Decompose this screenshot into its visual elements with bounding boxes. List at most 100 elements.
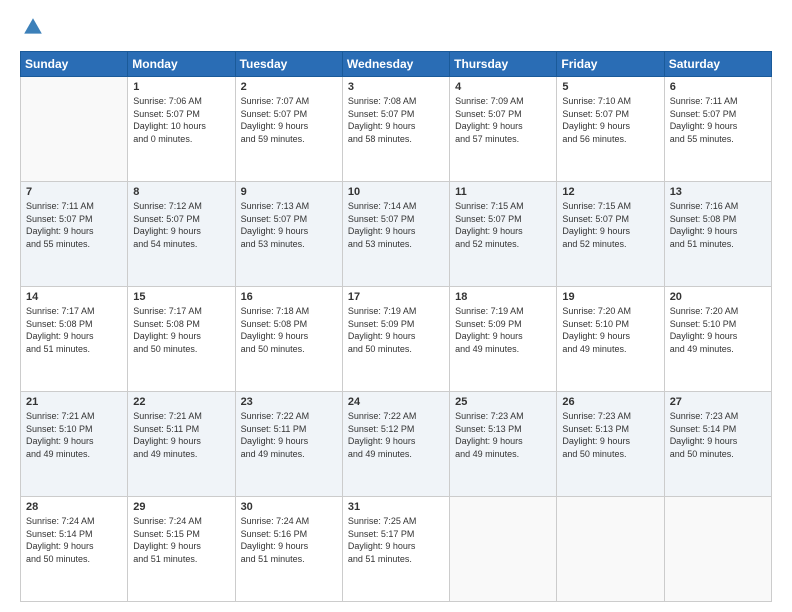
day-info: Sunrise: 7:18 AMSunset: 5:08 PMDaylight:…: [241, 305, 337, 355]
day-info: Sunrise: 7:23 AMSunset: 5:13 PMDaylight:…: [455, 410, 551, 460]
weekday-header-sunday: Sunday: [21, 52, 128, 77]
day-info: Sunrise: 7:19 AMSunset: 5:09 PMDaylight:…: [348, 305, 444, 355]
day-number: 1: [133, 81, 229, 93]
logo-icon: [22, 16, 44, 38]
day-info: Sunrise: 7:13 AMSunset: 5:07 PMDaylight:…: [241, 200, 337, 250]
calendar-day-cell: 16 Sunrise: 7:18 AMSunset: 5:08 PMDayligh…: [235, 287, 342, 392]
day-info: Sunrise: 7:24 AMSunset: 5:15 PMDaylight:…: [133, 515, 229, 565]
day-info: Sunrise: 7:17 AMSunset: 5:08 PMDaylight:…: [133, 305, 229, 355]
weekday-header-thursday: Thursday: [450, 52, 557, 77]
header: [20, 16, 772, 43]
calendar-day-cell: 1 Sunrise: 7:06 AMSunset: 5:07 PMDaylight…: [128, 77, 235, 182]
day-info: Sunrise: 7:22 AMSunset: 5:11 PMDaylight:…: [241, 410, 337, 460]
calendar-day-cell: 9 Sunrise: 7:13 AMSunset: 5:07 PMDaylight…: [235, 182, 342, 287]
day-number: 27: [670, 396, 766, 408]
day-number: 31: [348, 501, 444, 513]
day-number: 30: [241, 501, 337, 513]
day-number: 3: [348, 81, 444, 93]
calendar-day-cell: 8 Sunrise: 7:12 AMSunset: 5:07 PMDaylight…: [128, 182, 235, 287]
calendar-day-cell: 22Sunrise: 7:21 AMSunset: 5:11 PMDayligh…: [128, 392, 235, 497]
day-number: 21: [26, 396, 122, 408]
day-info: Sunrise: 7:22 AMSunset: 5:12 PMDaylight:…: [348, 410, 444, 460]
day-number: 10: [348, 186, 444, 198]
day-number: 24: [348, 396, 444, 408]
day-number: 14: [26, 291, 122, 303]
day-number: 18: [455, 291, 551, 303]
page: SundayMondayTuesdayWednesdayThursdayFrid…: [0, 0, 792, 612]
calendar-day-cell: 12 Sunrise: 7:15 AMSunset: 5:07 PMDayligh…: [557, 182, 664, 287]
day-number: 19: [562, 291, 658, 303]
calendar-table: SundayMondayTuesdayWednesdayThursdayFrid…: [20, 51, 772, 602]
calendar-day-cell: 19 Sunrise: 7:20 AMSunset: 5:10 PMDayligh…: [557, 287, 664, 392]
calendar-body: 1 Sunrise: 7:06 AMSunset: 5:07 PMDaylight…: [21, 77, 772, 602]
day-info: Sunrise: 7:25 AMSunset: 5:17 PMDaylight:…: [348, 515, 444, 565]
day-info: Sunrise: 7:06 AMSunset: 5:07 PMDaylight:…: [133, 95, 229, 145]
day-number: 25: [455, 396, 551, 408]
calendar-day-cell: 31 Sunrise: 7:25 AMSunset: 5:17 PMDayligh…: [342, 497, 449, 602]
calendar-day-cell: 13Sunrise: 7:16 AMSunset: 5:08 PMDayligh…: [664, 182, 771, 287]
calendar-day-cell: 18 Sunrise: 7:19 AMSunset: 5:09 PMDayligh…: [450, 287, 557, 392]
logo: [20, 16, 44, 43]
calendar-day-cell: 7 Sunrise: 7:11 AMSunset: 5:07 PMDaylight…: [21, 182, 128, 287]
calendar-day-cell: 24 Sunrise: 7:22 AMSunset: 5:12 PMDayligh…: [342, 392, 449, 497]
day-number: 29: [133, 501, 229, 513]
calendar-day-cell: 28 Sunrise: 7:24 AMSunset: 5:14 PMDayligh…: [21, 497, 128, 602]
calendar-day-cell: 17 Sunrise: 7:19 AMSunset: 5:09 PMDayligh…: [342, 287, 449, 392]
calendar-day-cell: 23 Sunrise: 7:22 AMSunset: 5:11 PMDayligh…: [235, 392, 342, 497]
day-info: Sunrise: 7:23 AMSunset: 5:14 PMDaylight:…: [670, 410, 766, 460]
day-number: 23: [241, 396, 337, 408]
day-info: Sunrise: 7:12 AMSunset: 5:07 PMDaylight:…: [133, 200, 229, 250]
day-number: 16: [241, 291, 337, 303]
calendar-day-cell: 15Sunrise: 7:17 AMSunset: 5:08 PMDayligh…: [128, 287, 235, 392]
day-info: Sunrise: 7:21 AMSunset: 5:11 PMDaylight:…: [133, 410, 229, 460]
calendar-day-cell: 20 Sunrise: 7:20 AMSunset: 5:10 PMDayligh…: [664, 287, 771, 392]
weekday-header-row: SundayMondayTuesdayWednesdayThursdayFrid…: [21, 52, 772, 77]
day-info: Sunrise: 7:07 AMSunset: 5:07 PMDaylight:…: [241, 95, 337, 145]
calendar-day-cell: 5 Sunrise: 7:10 AMSunset: 5:07 PMDaylight…: [557, 77, 664, 182]
day-info: Sunrise: 7:21 AMSunset: 5:10 PMDaylight:…: [26, 410, 122, 460]
day-number: 13: [670, 186, 766, 198]
day-number: 6: [670, 81, 766, 93]
day-number: 4: [455, 81, 551, 93]
day-number: 9: [241, 186, 337, 198]
day-info: Sunrise: 7:23 AMSunset: 5:13 PMDaylight:…: [562, 410, 658, 460]
day-info: Sunrise: 7:20 AMSunset: 5:10 PMDaylight:…: [562, 305, 658, 355]
calendar-week-row: 28 Sunrise: 7:24 AMSunset: 5:14 PMDayligh…: [21, 497, 772, 602]
day-number: 5: [562, 81, 658, 93]
day-number: 8: [133, 186, 229, 198]
day-number: 7: [26, 186, 122, 198]
calendar-week-row: 7 Sunrise: 7:11 AMSunset: 5:07 PMDaylight…: [21, 182, 772, 287]
calendar-day-cell: 29 Sunrise: 7:24 AMSunset: 5:15 PMDayligh…: [128, 497, 235, 602]
day-info: Sunrise: 7:15 AMSunset: 5:07 PMDaylight:…: [562, 200, 658, 250]
day-info: Sunrise: 7:20 AMSunset: 5:10 PMDaylight:…: [670, 305, 766, 355]
day-info: Sunrise: 7:11 AMSunset: 5:07 PMDaylight:…: [26, 200, 122, 250]
day-number: 28: [26, 501, 122, 513]
day-number: 17: [348, 291, 444, 303]
calendar-day-cell: 21 Sunrise: 7:21 AMSunset: 5:10 PMDayligh…: [21, 392, 128, 497]
calendar-day-cell: 4Sunrise: 7:09 AMSunset: 5:07 PMDaylight…: [450, 77, 557, 182]
calendar-header: SundayMondayTuesdayWednesdayThursdayFrid…: [21, 52, 772, 77]
day-info: Sunrise: 7:15 AMSunset: 5:07 PMDaylight:…: [455, 200, 551, 250]
day-info: Sunrise: 7:24 AMSunset: 5:16 PMDaylight:…: [241, 515, 337, 565]
day-info: Sunrise: 7:19 AMSunset: 5:09 PMDaylight:…: [455, 305, 551, 355]
calendar-day-cell: 14Sunrise: 7:17 AMSunset: 5:08 PMDayligh…: [21, 287, 128, 392]
calendar-week-row: 21 Sunrise: 7:21 AMSunset: 5:10 PMDayligh…: [21, 392, 772, 497]
calendar-day-cell: 2 Sunrise: 7:07 AMSunset: 5:07 PMDaylight…: [235, 77, 342, 182]
calendar-day-cell: 25 Sunrise: 7:23 AMSunset: 5:13 PMDayligh…: [450, 392, 557, 497]
calendar-day-cell: [664, 497, 771, 602]
day-info: Sunrise: 7:08 AMSunset: 5:07 PMDaylight:…: [348, 95, 444, 145]
calendar-day-cell: [21, 77, 128, 182]
weekday-header-wednesday: Wednesday: [342, 52, 449, 77]
day-number: 12: [562, 186, 658, 198]
day-number: 20: [670, 291, 766, 303]
weekday-header-tuesday: Tuesday: [235, 52, 342, 77]
calendar-day-cell: 27 Sunrise: 7:23 AMSunset: 5:14 PMDayligh…: [664, 392, 771, 497]
calendar-week-row: 14 Sunrise: 7:17 AMSunset: 5:08 PMDayligh…: [21, 287, 772, 392]
day-number: 2: [241, 81, 337, 93]
day-info: Sunrise: 7:10 AMSunset: 5:07 PMDaylight:…: [562, 95, 658, 145]
calendar-day-cell: 3 Sunrise: 7:08 AMSunset: 5:07 PMDaylight…: [342, 77, 449, 182]
weekday-header-friday: Friday: [557, 52, 664, 77]
calendar-day-cell: 10Sunrise: 7:14 AMSunset: 5:07 PMDayligh…: [342, 182, 449, 287]
calendar-day-cell: 11Sunrise: 7:15 AMSunset: 5:07 PMDayligh…: [450, 182, 557, 287]
day-info: Sunrise: 7:24 AMSunset: 5:14 PMDaylight:…: [26, 515, 122, 565]
